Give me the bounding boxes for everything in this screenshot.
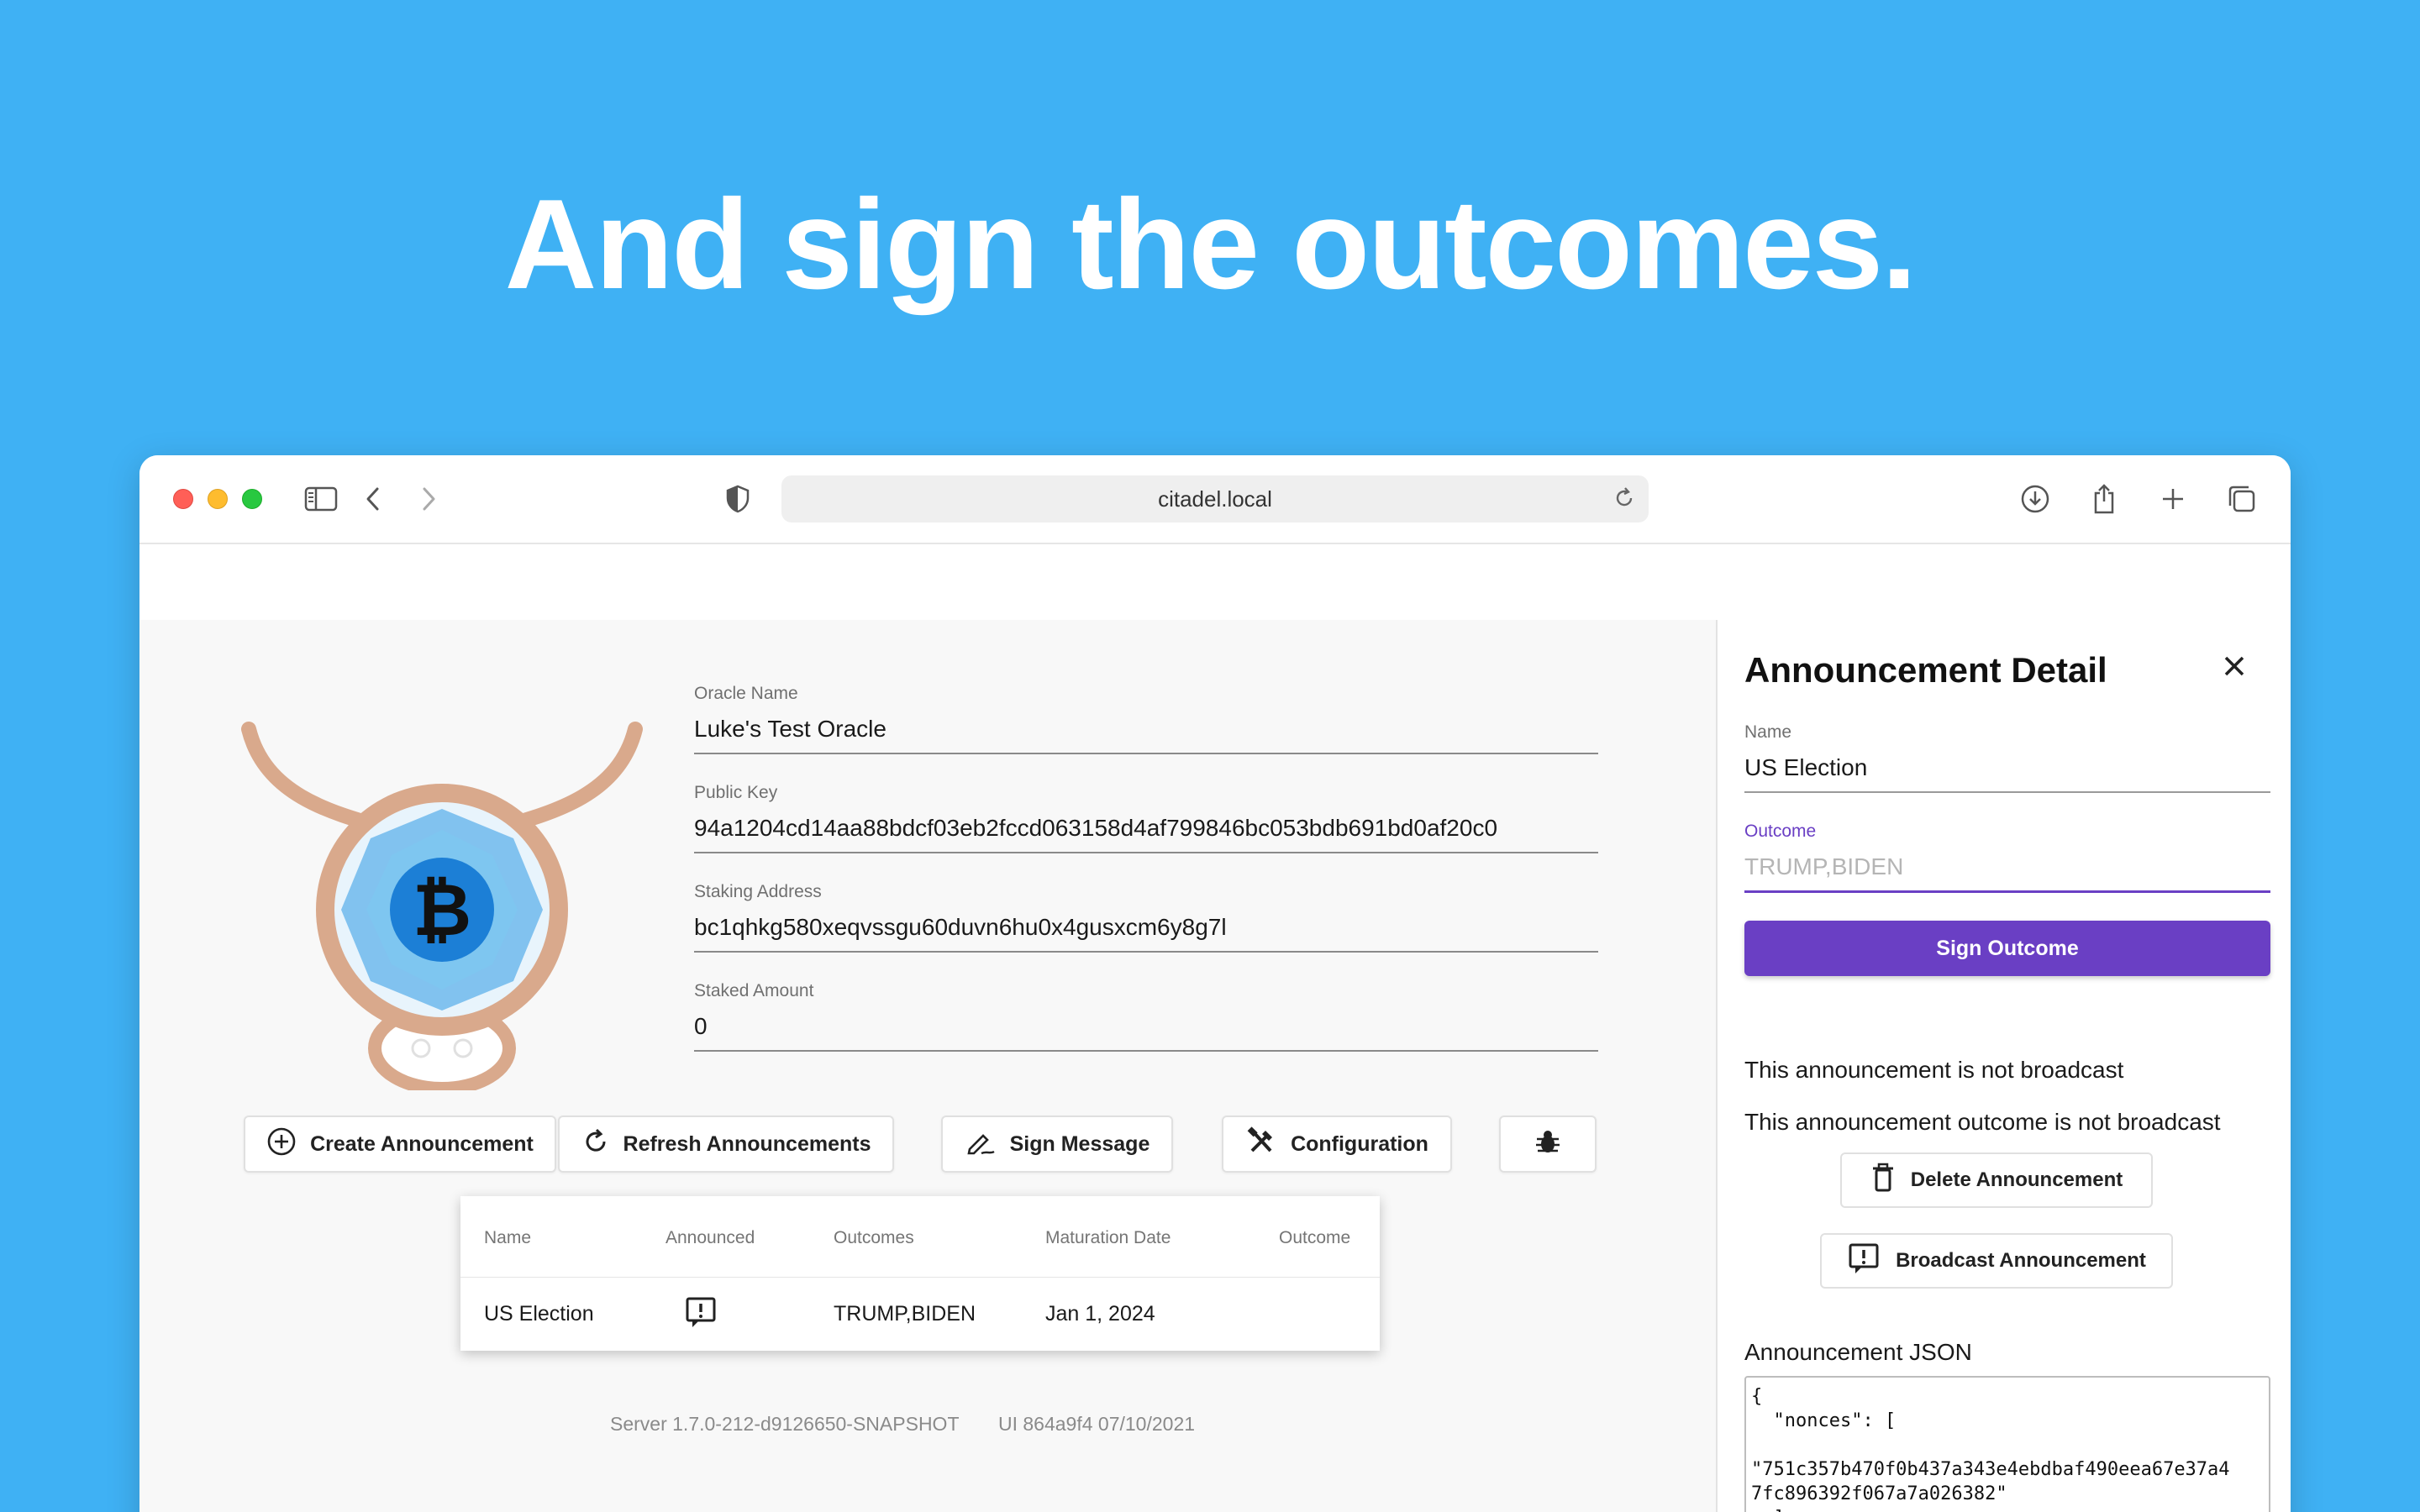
column-header-outcome[interactable]: Outcome (1279, 1228, 1350, 1248)
staked-amount-label: Staked Amount (694, 981, 814, 1000)
announcements-table: Name Announced Outcomes Maturation Date … (460, 1196, 1380, 1351)
panel-title: Announcement Detail (1744, 650, 2107, 690)
server-version: Server 1.7.0-212-d9126650-SNAPSHOT (610, 1413, 960, 1435)
announcement-json-label: Announcement JSON (1744, 1339, 1972, 1365)
announcement-name-value[interactable]: US Election (1744, 754, 2270, 793)
sign-outcome-button[interactable]: Sign Outcome (1744, 921, 2270, 976)
row-maturation-cell[interactable]: Jan 1, 2024 (1045, 1302, 1155, 1326)
minimize-window-button[interactable] (208, 489, 228, 509)
tab-overview-icon[interactable] (2223, 480, 2260, 517)
create-announcement-label: Create Announcement (310, 1131, 534, 1156)
sidebar-toggle-icon[interactable] (302, 480, 339, 517)
staked-amount-field[interactable]: Staked Amount 0 (694, 981, 1598, 1052)
column-header-name[interactable]: Name (484, 1228, 531, 1248)
outcome-placeholder[interactable]: TRUMP,BIDEN (1744, 853, 2270, 893)
configuration-button[interactable]: Configuration (1222, 1116, 1452, 1173)
outcome-status-text: This announcement outcome is not broadca… (1744, 1109, 2221, 1135)
announcement-detail-panel: Announcement Detail Name US Election Out… (1716, 620, 2291, 1512)
ui-version: UI 864a9f4 07/10/2021 (998, 1413, 1196, 1435)
sign-message-label: Sign Message (1009, 1131, 1150, 1156)
announcement-json-textarea[interactable]: { "nonces": [ "751c357b470f0b437a343e4eb… (1744, 1376, 2270, 1512)
announcement-name-field[interactable]: Name US Election (1744, 722, 2270, 793)
announcement-status-text: This announcement is not broadcast (1744, 1057, 2124, 1083)
outcome-input[interactable]: Outcome TRUMP,BIDEN (1744, 822, 2270, 893)
column-header-outcomes[interactable]: Outcomes (834, 1228, 914, 1248)
oracle-logo: ₿ (215, 696, 669, 1095)
announcement-name-label: Name (1744, 722, 1792, 742)
tools-icon (1245, 1126, 1277, 1163)
sign-message-button[interactable]: Sign Message (941, 1116, 1173, 1173)
announcement-icon (1847, 1242, 1881, 1281)
url-text: citadel.local (1158, 486, 1272, 512)
svg-text:₿: ₿ (413, 869, 471, 953)
not-announced-icon (684, 1295, 718, 1335)
refresh-announcements-label: Refresh Announcements (623, 1131, 871, 1156)
hero-headline: And sign the outcomes. (504, 173, 1918, 316)
staked-amount-value[interactable]: 0 (694, 1013, 1598, 1052)
refresh-announcements-button[interactable]: Refresh Announcements (558, 1116, 894, 1173)
downloads-icon[interactable] (2017, 480, 2054, 517)
address-bar[interactable]: citadel.local (781, 475, 1649, 522)
delete-announcement-label: Delete Announcement (1910, 1168, 2123, 1191)
oracle-name-value[interactable]: Luke's Test Oracle (694, 716, 1598, 754)
row-name-cell[interactable]: US Election (484, 1302, 594, 1326)
staking-address-value[interactable]: bc1qhkg580xeqvssgu60duvn6hu0x4gusxcm6y8g… (694, 914, 1598, 953)
configuration-label: Configuration (1291, 1131, 1428, 1156)
browser-toolbar: citadel.local (139, 455, 2291, 544)
page-header-space (139, 544, 2291, 620)
add-circle-icon (266, 1126, 297, 1163)
create-announcement-button[interactable]: Create Announcement (244, 1116, 556, 1173)
public-key-value[interactable]: 94a1204cd14aa88bdcf03eb2fccd063158d4af79… (694, 815, 1598, 853)
close-icon[interactable] (2222, 654, 2247, 683)
bug-icon (1534, 1127, 1562, 1162)
close-window-button[interactable] (173, 489, 193, 509)
column-header-maturation-date[interactable]: Maturation Date (1045, 1228, 1171, 1248)
refresh-icon (581, 1127, 610, 1162)
new-tab-icon[interactable] (2154, 480, 2191, 517)
signature-icon (965, 1127, 997, 1162)
oracle-name-field[interactable]: Oracle Name Luke's Test Oracle (694, 684, 1598, 754)
oracle-name-label: Oracle Name (694, 684, 798, 703)
outcome-label: Outcome (1744, 822, 1817, 841)
forward-icon[interactable] (410, 480, 447, 517)
column-header-announced[interactable]: Announced (666, 1228, 755, 1248)
zoom-window-button[interactable] (242, 489, 262, 509)
staking-address-field[interactable]: Staking Address bc1qhkg580xeqvssgu60duvn… (694, 882, 1598, 953)
trash-icon (1870, 1163, 1896, 1199)
public-key-label: Public Key (694, 783, 778, 802)
broadcast-announcement-button[interactable]: Broadcast Announcement (1820, 1233, 2173, 1289)
delete-announcement-button[interactable]: Delete Announcement (1840, 1152, 2153, 1208)
oracle-main-area: ₿ Oracle Name Luke's Test Oracle Public … (139, 620, 1716, 1512)
back-icon[interactable] (355, 480, 392, 517)
share-icon[interactable] (2086, 480, 2123, 517)
debug-button[interactable] (1499, 1116, 1597, 1173)
reload-icon[interactable] (1612, 486, 1637, 517)
privacy-shield-icon[interactable] (719, 480, 756, 517)
row-outcomes-cell[interactable]: TRUMP,BIDEN (834, 1302, 976, 1326)
broadcast-announcement-label: Broadcast Announcement (1896, 1249, 2146, 1272)
table-divider (460, 1277, 1380, 1278)
browser-window: citadel.local ₿ Oracle Name Luke's Test … (139, 455, 2291, 1512)
public-key-field[interactable]: Public Key 94a1204cd14aa88bdcf03eb2fccd0… (694, 783, 1598, 853)
staking-address-label: Staking Address (694, 882, 822, 901)
